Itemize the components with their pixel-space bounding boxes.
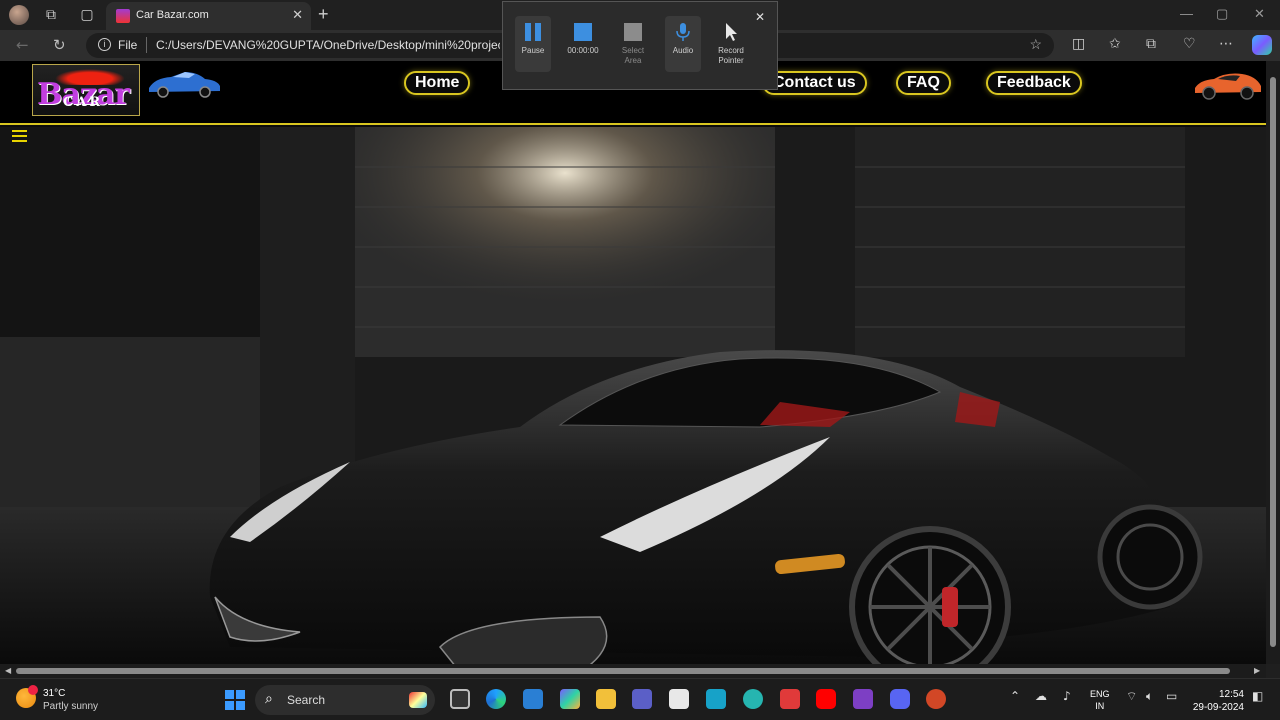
notification-icon[interactable]: ◧ (1252, 689, 1263, 703)
tab-actions-icon[interactable]: ▢ (78, 6, 96, 24)
microphone-icon (673, 22, 693, 42)
nav-feedback-link[interactable]: Feedback (986, 71, 1082, 95)
teams-icon[interactable] (632, 689, 652, 709)
task-view-icon[interactable] (450, 689, 470, 709)
recorder-close-icon[interactable]: ✕ (755, 10, 765, 24)
windows-start-icon[interactable] (225, 690, 245, 710)
audio-button[interactable]: Audio (665, 16, 701, 72)
mysql-icon[interactable] (706, 689, 726, 709)
nav-home-link[interactable]: Home (404, 71, 471, 95)
hero-car-image (0, 127, 1266, 664)
select-area-label: Select Area (621, 46, 645, 65)
onedrive-icon[interactable]: ☁ (1035, 689, 1047, 703)
discord-icon[interactable] (890, 689, 910, 709)
record-pointer-label: Record Pointer (718, 46, 744, 65)
site-logo[interactable]: Bazar CAR (32, 64, 140, 116)
language-code: ENG (1090, 689, 1110, 699)
windows-taskbar: 31°C Partly sunny ⌕ Search ⌃ ☁ ♪ ENG IN … (0, 678, 1280, 720)
site-favicon-icon (116, 9, 130, 23)
pointer-icon (721, 22, 741, 42)
favorites-icon[interactable]: ✩ (1109, 36, 1121, 52)
edge-browser-icon[interactable] (486, 689, 506, 709)
search-label: Search (287, 693, 326, 707)
copilot-icon[interactable] (1252, 35, 1272, 55)
chrome-app-icon[interactable] (743, 689, 763, 709)
orange-sports-car-image (1195, 73, 1261, 100)
hamburger-menu-icon[interactable] (12, 130, 27, 142)
logo-subtext: CAR (63, 95, 104, 110)
copilot-app-icon[interactable] (560, 689, 580, 709)
tab-close-icon[interactable]: ✕ (292, 7, 303, 23)
search-highlight-icon (409, 692, 427, 708)
split-screen-icon[interactable]: ◫ (1072, 36, 1085, 52)
screen-recorder-toolbar: Pause 00:00:00 Select Area Audio Record … (502, 1, 778, 90)
new-tab-icon[interactable]: + (318, 4, 329, 25)
horizontal-scrollbar[interactable]: ◀ ▶ (0, 664, 1266, 678)
blue-convertible-image (149, 72, 220, 98)
language-indicator[interactable]: ENG IN (1090, 688, 1110, 712)
address-separator (146, 37, 147, 53)
tab-title: Car Bazar.com (136, 9, 209, 21)
youtube-icon[interactable] (816, 689, 836, 709)
select-area-icon (623, 22, 643, 42)
volume-icon[interactable]: 🔈︎ (1146, 689, 1153, 704)
vscode-icon[interactable] (523, 689, 543, 709)
refresh-icon[interactable]: ↻ (53, 36, 66, 54)
profile-avatar[interactable] (9, 5, 29, 25)
scroll-right-icon[interactable]: ▶ (1254, 666, 1260, 675)
pause-button[interactable]: Pause (515, 16, 551, 72)
mcafee-icon[interactable] (780, 689, 800, 709)
minimize-icon[interactable]: — (1180, 6, 1193, 21)
pause-label: Pause (521, 46, 545, 55)
tray-chevron-icon[interactable]: ⌃ (1010, 689, 1020, 703)
web-page: Bazar CAR Home Contact us FAQ Feedback (0, 61, 1266, 664)
pause-icon (523, 22, 543, 42)
address-url[interactable]: C:/Users/DEVANG%20GUPTA/OneDrive/Desktop… (156, 38, 500, 52)
maximize-icon[interactable]: ▢ (1216, 6, 1228, 22)
select-area-button[interactable]: Select Area (615, 16, 651, 72)
wifi-icon[interactable]: ⌔ (1126, 689, 1137, 704)
taskbar-search[interactable]: ⌕ Search (255, 685, 435, 715)
address-scheme: File (118, 38, 138, 52)
scroll-left-icon[interactable]: ◀ (5, 666, 11, 675)
audio-label: Audio (672, 46, 694, 55)
recording-timer: 00:00:00 (567, 46, 599, 55)
microphone-tray-icon[interactable]: ♪ (1063, 689, 1071, 703)
vertical-scroll-thumb[interactable] (1270, 77, 1276, 647)
site-info-icon[interactable]: i (98, 38, 111, 51)
workspaces-icon[interactable]: ⧉ (42, 6, 60, 24)
back-icon[interactable]: ← (16, 36, 29, 54)
record-pointer-button[interactable]: Record Pointer (711, 16, 751, 72)
horizontal-scroll-thumb[interactable] (16, 668, 1230, 674)
visual-studio-icon[interactable] (853, 689, 873, 709)
stop-button[interactable]: 00:00:00 (563, 16, 603, 72)
favorite-star-icon[interactable]: ☆ (1029, 36, 1042, 53)
system-clock[interactable]: 12:54 29-09-2024 (1192, 688, 1244, 714)
weather-badge (28, 685, 38, 695)
weather-description[interactable]: Partly sunny (43, 701, 98, 712)
nav-faq-link[interactable]: FAQ (896, 71, 951, 95)
powerpoint-icon[interactable] (926, 689, 946, 709)
region-code: IN (1095, 701, 1105, 711)
collections-icon[interactable]: ⧉ (1146, 36, 1156, 52)
close-window-icon[interactable]: ✕ (1254, 6, 1265, 22)
vertical-scrollbar[interactable] (1266, 61, 1280, 664)
browser-essentials-icon[interactable]: ♡ (1183, 36, 1196, 52)
clock-time: 12:54 (1218, 689, 1244, 700)
search-icon: ⌕ (265, 691, 273, 707)
browser-tab-active[interactable]: Car Bazar.com ✕ (106, 2, 311, 30)
battery-icon[interactable]: ▭ (1166, 689, 1177, 703)
stop-icon (573, 22, 593, 42)
store-icon[interactable] (669, 689, 689, 709)
clock-date: 29-09-2024 (1192, 702, 1244, 713)
file-explorer-icon[interactable] (596, 689, 616, 709)
more-menu-icon[interactable]: ⋯ (1219, 36, 1233, 52)
weather-temperature[interactable]: 31°C (43, 688, 65, 699)
